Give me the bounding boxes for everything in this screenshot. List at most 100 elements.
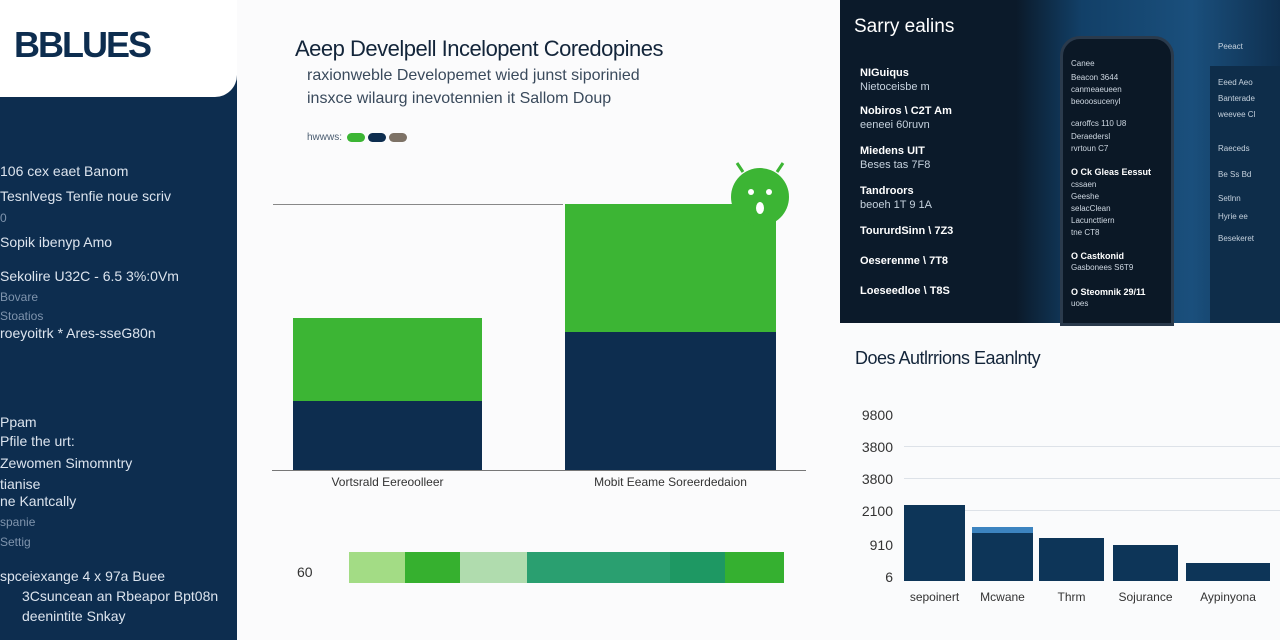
sidebar-text-line: deenintite Snkay	[22, 608, 126, 624]
phone-list-item: canmeaeueen	[1071, 85, 1122, 94]
phone-list-item: O Steomnik 29/11	[1071, 287, 1146, 297]
summary-item: Nobiros \ C2T Am eeneei 60ruvn	[860, 104, 952, 132]
y-tick-label: 2100	[861, 503, 893, 519]
x-axis-label: Vortsrald Eereoolleer	[331, 475, 444, 489]
side-panel-item: Besekeret	[1218, 234, 1255, 243]
side-panel-item: Be Ss Bd	[1218, 170, 1252, 179]
progress-segment	[405, 552, 460, 583]
bar	[1039, 538, 1104, 581]
sidebar-text-line: Stoatios	[0, 309, 44, 323]
sidebar-text-line: Sopik ibenyp Amo	[0, 234, 113, 250]
progress-segment	[527, 552, 670, 583]
summary-item-head: NIGuiqus	[860, 67, 909, 79]
chart2-title: Does Autlrrions Eaanlnty	[855, 348, 1041, 368]
side-panel: Peeact Eeed Aeo Banterade weevee Cl Raeceds B…	[1210, 42, 1280, 323]
dark-panel: Sarry ealins NIGuiqus Nietoceisbe m Nobiro…	[840, 0, 1280, 326]
sidebar-text-line: ne Kantcally	[0, 493, 77, 509]
android-icon	[731, 162, 789, 226]
bar	[1186, 563, 1270, 581]
y-tick-label: 6	[885, 569, 893, 585]
summary-item-head: Miedens UIT	[860, 145, 925, 157]
summary-item: Oeserenme \ 7T8	[860, 254, 948, 268]
bar	[972, 526, 1033, 581]
subtitle-line-2: insxce wilaurg inevotennien it Sallom Do…	[307, 90, 612, 107]
side-panel-item: Banterade	[1218, 94, 1255, 103]
progress-segment	[725, 552, 784, 583]
progress-segment	[670, 552, 725, 583]
legend: hwwws:	[307, 132, 408, 143]
phone-list-item: Gasbonees S6T9	[1071, 263, 1134, 272]
bar-segment	[293, 318, 482, 401]
sidebar-text-line: Sekolire U32C - 6.5 3%:0Vm	[0, 268, 179, 284]
phone-list-item: Geeshe	[1071, 192, 1100, 201]
x-axis-label: Mobit Eeame Soreerdedaion	[594, 475, 747, 489]
sidebar-text-line: tianise	[0, 476, 41, 492]
side-panel-item: Eeed Aeo	[1218, 78, 1253, 87]
sidebar-text-line: spanie	[0, 515, 36, 529]
side-panel-item: Raeceds	[1218, 144, 1250, 153]
summary-item-head: Nobiros \ C2T Am	[860, 105, 952, 117]
progress-segment	[460, 552, 527, 583]
legend-swatch-navy	[368, 133, 387, 142]
progress-bar	[349, 552, 784, 583]
phone-list-item: cssaen	[1071, 180, 1097, 189]
sidebar-text-line: roeyoitrk * Ares-sseG80n	[0, 325, 156, 341]
chart-top-line	[273, 204, 563, 205]
gridline	[904, 446, 1280, 447]
sidebar-text-line: Zewomen Simomntry	[0, 455, 133, 471]
summary-item-sub: Beses tas 7F8	[860, 159, 931, 171]
progress-segment	[349, 552, 405, 583]
x-axis-label: Aypinyona	[1200, 590, 1256, 604]
legend-swatch-green	[347, 133, 366, 142]
summary-item-sub: eeneei 60ruvn	[860, 119, 930, 131]
summary-item-sub: Nietoceisbe m	[860, 81, 930, 93]
sidebar-text-line: 3Csuncean an Rbeapor Bpt08n	[22, 588, 219, 604]
y-tick-label: 9800	[861, 407, 893, 423]
summary-item: NIGuiqus Nietoceisbe m	[860, 66, 930, 94]
summary-item: Loeseedloe \ T8S	[860, 284, 950, 298]
chart-baseline	[272, 470, 806, 471]
phone-list-item: Canee	[1071, 59, 1095, 68]
phone-list-item: rvrtoun C7	[1071, 144, 1109, 153]
summary-item: ToururdSinn \ 7Z3	[860, 224, 953, 238]
sidebar-text-line: Ppam	[0, 414, 37, 430]
summary-item: Tandroors beoeh 1T 9 1A	[860, 184, 932, 212]
phone-list-item: selacClean	[1071, 204, 1111, 213]
phone-mockup: Canee Beacon 3644 canmeaeueen beooosucenyl c…	[1060, 36, 1174, 326]
phone-list-item: tne CT8	[1071, 228, 1100, 237]
sidebar-text-line: Pfile the urt:	[0, 433, 75, 449]
phone-list-item: Lacuncttiern	[1071, 216, 1115, 225]
legend-swatch-taupe	[389, 133, 408, 142]
side-panel-item: Hyrie ee	[1218, 212, 1248, 221]
summary-item-head: Oeserenme \ 7T8	[860, 255, 949, 267]
phone-list-item: Beacon 3644	[1071, 73, 1119, 82]
phone-list-item: O Ck Gleas Eessut	[1071, 167, 1152, 177]
phone-list-item: O Castkonid	[1071, 251, 1125, 261]
side-panel-item: weevee Cl	[1218, 110, 1256, 119]
phone-list-item: Deraedersl	[1071, 132, 1111, 141]
phone-list-item: beooosucenyl	[1071, 97, 1121, 106]
phone-list-item: uoes	[1071, 299, 1089, 308]
sidebar-text-line: spceiexange 4 x 97a Buee	[0, 568, 166, 584]
y-tick-label: 3800	[861, 439, 893, 455]
bar-segment	[565, 331, 776, 470]
subtitle-line-1: raxionweble Developemet wied junst sipor…	[307, 67, 640, 84]
bar-segment	[293, 400, 482, 470]
logo: BBLUES	[14, 24, 152, 65]
sidebar-text-line: 0	[0, 211, 7, 225]
summary-item-head: Loeseedloe \ T8S	[860, 285, 950, 297]
bar	[1113, 544, 1178, 581]
summary-item-sub: beoeh 1T 9 1A	[860, 199, 932, 211]
gridline	[904, 478, 1280, 479]
sidebar-text-line: 106 cex eaet Banom	[0, 163, 129, 179]
sidebar: BBLUES 106 cex eaet Banom Tesnlvegs Tenfi…	[0, 0, 237, 640]
sidebar-text-line: Tesnlvegs Tenfie noue scriv	[0, 188, 171, 204]
dark-panel-title: Sarry ealins	[854, 16, 955, 37]
side-panel-item: Peeact	[1218, 42, 1243, 51]
y-tick-label: 910	[869, 537, 893, 553]
side-panel-item: Setlnn	[1218, 194, 1241, 203]
bar	[904, 505, 965, 581]
summary-item: Miedens UIT Beses tas 7F8	[860, 144, 930, 172]
logo-card: BBLUES	[0, 0, 237, 97]
sidebar-text-line: Settig	[0, 535, 31, 549]
